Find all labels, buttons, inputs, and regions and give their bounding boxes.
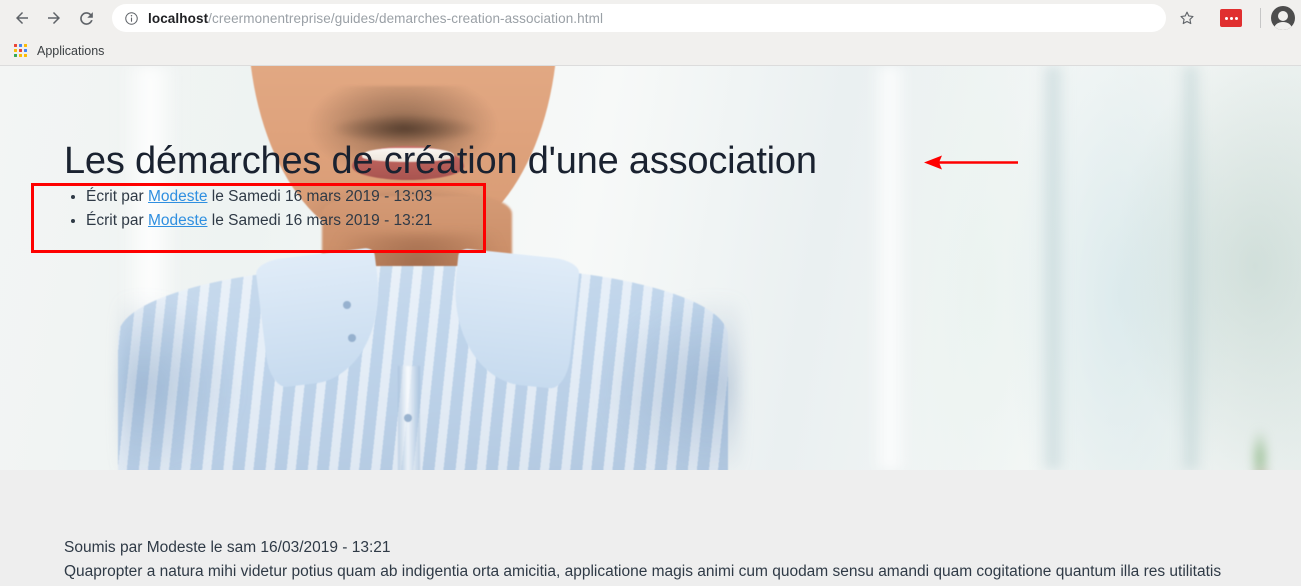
profile-avatar-icon[interactable] (1271, 6, 1295, 30)
list-item: Écrit par Modeste le Samedi 16 mars 2019… (86, 209, 432, 233)
url-path: /creermonentreprise/guides/demarches-cre… (208, 10, 604, 26)
collar-button (348, 334, 356, 342)
bookmarks-bar: Applications (0, 36, 1301, 66)
forward-arrow-icon (48, 12, 60, 24)
extension-dot (1229, 16, 1233, 20)
apps-label: Applications (37, 43, 105, 58)
forward-button[interactable] (38, 2, 70, 34)
page-title: Les démarches de création d'une associat… (64, 140, 817, 182)
body-text-before: Quapropter a natura mihi videtur potius … (64, 563, 1222, 580)
article-body: Quapropter a natura mihi videtur potius … (64, 560, 1244, 586)
browser-toolbar: localhost/creermonentreprise/guides/dema… (0, 0, 1301, 36)
apps-grid-icon (14, 44, 27, 57)
reload-button[interactable] (70, 2, 102, 34)
browser-chrome: localhost/creermonentreprise/guides/dema… (0, 0, 1301, 66)
shirt-shadow-left (120, 296, 240, 470)
info-circle-icon[interactable] (124, 11, 139, 26)
red-pointer-arrow (924, 155, 1018, 170)
url-host: localhost (148, 10, 209, 26)
extension-dot (1224, 16, 1228, 20)
list-item: Écrit par Modeste le Samedi 16 mars 2019… (86, 185, 432, 209)
hero-image (0, 66, 1301, 470)
meta-suffix: le Samedi 16 mars 2019 - 13:21 (207, 212, 433, 229)
article-content: Soumis par Modeste le sam 16/03/2019 - 1… (0, 470, 1301, 586)
url-text: localhost/creermonentreprise/guides/dema… (148, 11, 603, 26)
extension-icon[interactable] (1220, 9, 1242, 27)
author-link[interactable]: Modeste (148, 188, 207, 205)
person-photo (0, 66, 1301, 470)
author-link[interactable]: Modeste (148, 212, 207, 229)
meta-prefix: Écrit par (86, 188, 149, 205)
meta-prefix: Écrit par (86, 212, 149, 229)
page-viewport: Les démarches de création d'une associat… (0, 66, 1301, 586)
back-arrow-icon (16, 12, 28, 24)
address-bar[interactable]: localhost/creermonentreprise/guides/dema… (112, 4, 1166, 32)
collar-button (343, 301, 351, 309)
meta-suffix: le Samedi 16 mars 2019 - 13:03 (207, 188, 433, 205)
bookmark-star-icon[interactable] (1172, 3, 1202, 33)
reload-icon (79, 11, 93, 25)
extension-dot (1234, 16, 1238, 20)
toolbar-right-actions (1172, 3, 1295, 33)
apps-shortcut[interactable]: Applications (8, 41, 110, 61)
submitted-byline: Soumis par Modeste le sam 16/03/2019 - 1… (64, 539, 391, 556)
toolbar-divider (1260, 8, 1261, 28)
back-button[interactable] (6, 2, 38, 34)
shirt-button (404, 414, 412, 422)
shirt-shadow-right (600, 296, 740, 470)
article-meta-list: Écrit par Modeste le Samedi 16 mars 2019… (64, 185, 432, 233)
